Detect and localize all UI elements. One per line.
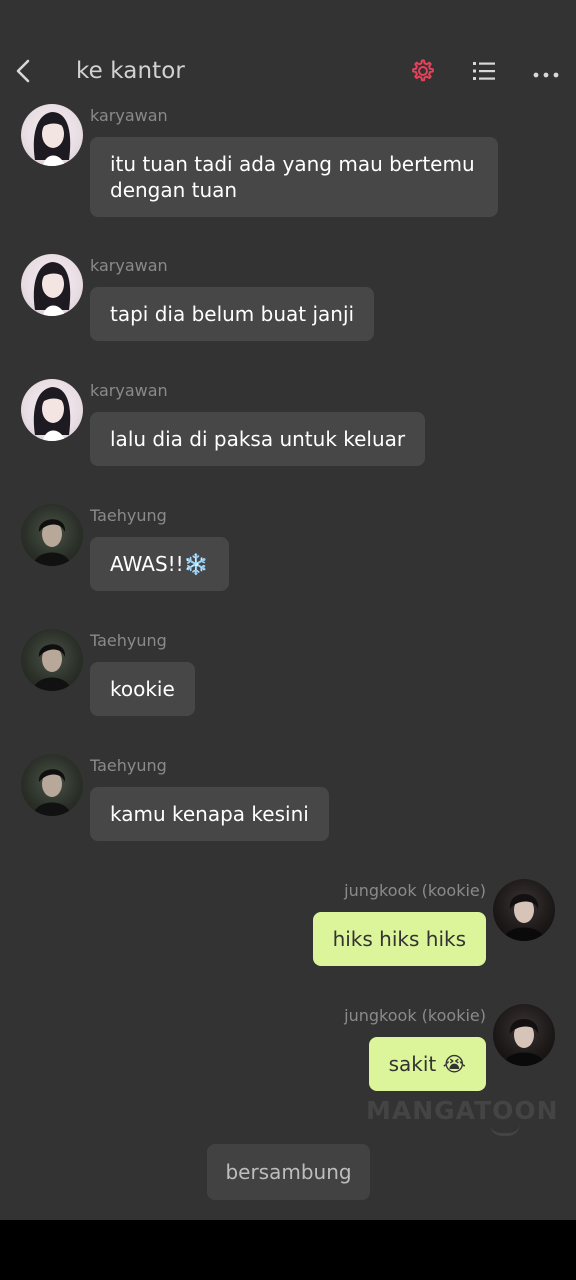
header-bar: ke kantor [0, 0, 576, 106]
avatar-karyawan[interactable] [21, 104, 83, 166]
avatar-taehyung[interactable] [21, 754, 83, 816]
watermark-smile-icon [490, 1124, 520, 1136]
sender-name: Taehyung [90, 506, 167, 525]
message-bubble: tapi dia belum buat janji [90, 287, 375, 341]
gear-icon [409, 58, 435, 88]
system-navigation-bar [0, 1220, 576, 1280]
avatar-taehyung[interactable] [21, 504, 83, 566]
message-bubble: lalu dia di paksa untuk keluar [90, 412, 426, 466]
avatar-jungkook[interactable] [493, 1004, 555, 1066]
avatar-karyawan[interactable] [21, 254, 83, 316]
message-bubble: hiks hiks hiks [312, 912, 486, 966]
avatar-jungkook[interactable] [493, 879, 555, 941]
avatar-taehyung[interactable] [21, 629, 83, 691]
sender-name: Taehyung [90, 631, 167, 650]
avatar-karyawan[interactable] [21, 379, 83, 441]
sender-name: karyawan [90, 106, 168, 125]
sender-name: karyawan [90, 381, 168, 400]
settings-button[interactable] [402, 54, 442, 92]
watermark-logo: MANGATOON [366, 1096, 559, 1125]
chat-screen: ke kantor karyawan itu tuan tadi ada yan… [0, 0, 576, 1220]
more-options-button[interactable] [526, 54, 566, 92]
back-button[interactable] [4, 52, 44, 94]
list-icon [471, 60, 497, 86]
to-be-continued-label: bersambung [207, 1144, 370, 1200]
message-bubble: itu tuan tadi ada yang mau bertemu denga… [90, 137, 498, 217]
chevron-left-icon [13, 58, 35, 88]
chapter-list-button[interactable] [464, 54, 504, 92]
chat-title: ke kantor [76, 58, 185, 84]
sender-name: jungkook (kookie) [344, 881, 486, 900]
message-bubble: kookie [90, 662, 195, 716]
message-bubble: AWAS!!❄️ [90, 537, 229, 591]
sender-name: jungkook (kookie) [344, 1006, 486, 1025]
sender-name: Taehyung [90, 756, 167, 775]
sender-name: karyawan [90, 256, 168, 275]
message-bubble: kamu kenapa kesini [90, 787, 329, 841]
more-horizontal-icon [533, 64, 559, 83]
message-bubble: sakit 😭 [368, 1037, 486, 1091]
